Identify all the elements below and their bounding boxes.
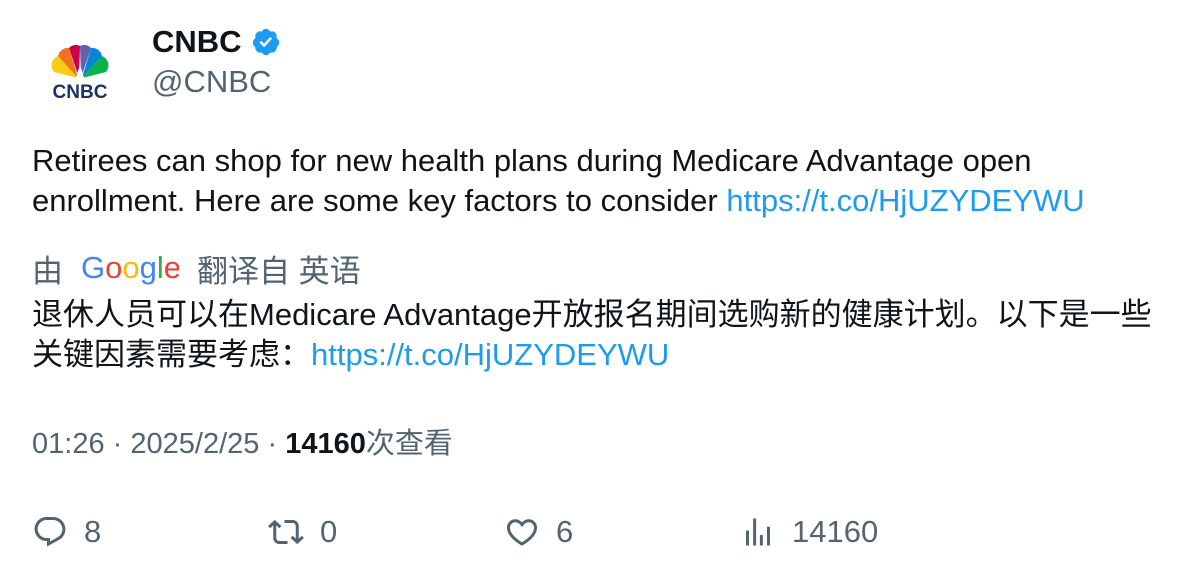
views-action-count: 14160: [792, 514, 879, 549]
reply-icon: [34, 517, 66, 547]
retweet-button[interactable]: 0: [268, 510, 337, 554]
reply-button[interactable]: 8: [32, 510, 101, 554]
like-button[interactable]: 6: [504, 510, 573, 554]
translated-by-notice: 由 Google 翻译自 英语: [32, 246, 361, 290]
avatar[interactable]: CNBC: [32, 22, 128, 118]
display-name[interactable]: CNBC: [152, 22, 242, 62]
cnbc-peacock-logo: CNBC: [51, 44, 109, 103]
translated-link[interactable]: https://t.co/HjUZYDEYWU: [311, 337, 669, 372]
tweet-header: CNBC CNBC @CNBC: [32, 22, 932, 142]
user-handle[interactable]: @CNBC: [152, 62, 271, 102]
views-count: 14160: [285, 428, 366, 460]
views-chart-icon: [746, 518, 770, 546]
translated-by-suffix[interactable]: 翻译自 英语: [197, 246, 361, 291]
action-bar: 8 0 6 14160: [32, 510, 1172, 554]
tweet-text: Retirees can shop for new health plans d…: [32, 141, 1172, 221]
views-button[interactable]: 14160: [740, 510, 878, 554]
name-row: CNBC: [152, 22, 281, 62]
tweet-meta: 01:26 · 2025/2/25 · 14160次查看: [32, 424, 453, 464]
meta-separator: ·: [267, 428, 278, 460]
views-label: 次查看: [365, 428, 453, 460]
translated-by-prefix: 由: [32, 253, 63, 289]
svg-text:CNBC: CNBC: [53, 82, 108, 103]
google-logo: Google: [81, 248, 179, 288]
meta-separator: ·: [112, 428, 123, 460]
verified-badge-icon[interactable]: [251, 27, 281, 57]
translated-text: 退休人员可以在Medicare Advantage开放报名期间选购新的健康计划。…: [32, 295, 1172, 375]
retweet-icon: [268, 519, 304, 545]
tweet-time[interactable]: 01:26: [32, 428, 105, 460]
tweet-link[interactable]: https://t.co/HjUZYDEYWU: [726, 183, 1084, 218]
like-count: 6: [556, 514, 574, 549]
reply-count: 8: [84, 514, 102, 549]
retweet-count: 0: [320, 514, 338, 549]
svg-text:Google: Google: [81, 250, 179, 285]
heart-icon: [506, 519, 538, 546]
tweet-date[interactable]: 2025/2/25: [130, 428, 259, 460]
